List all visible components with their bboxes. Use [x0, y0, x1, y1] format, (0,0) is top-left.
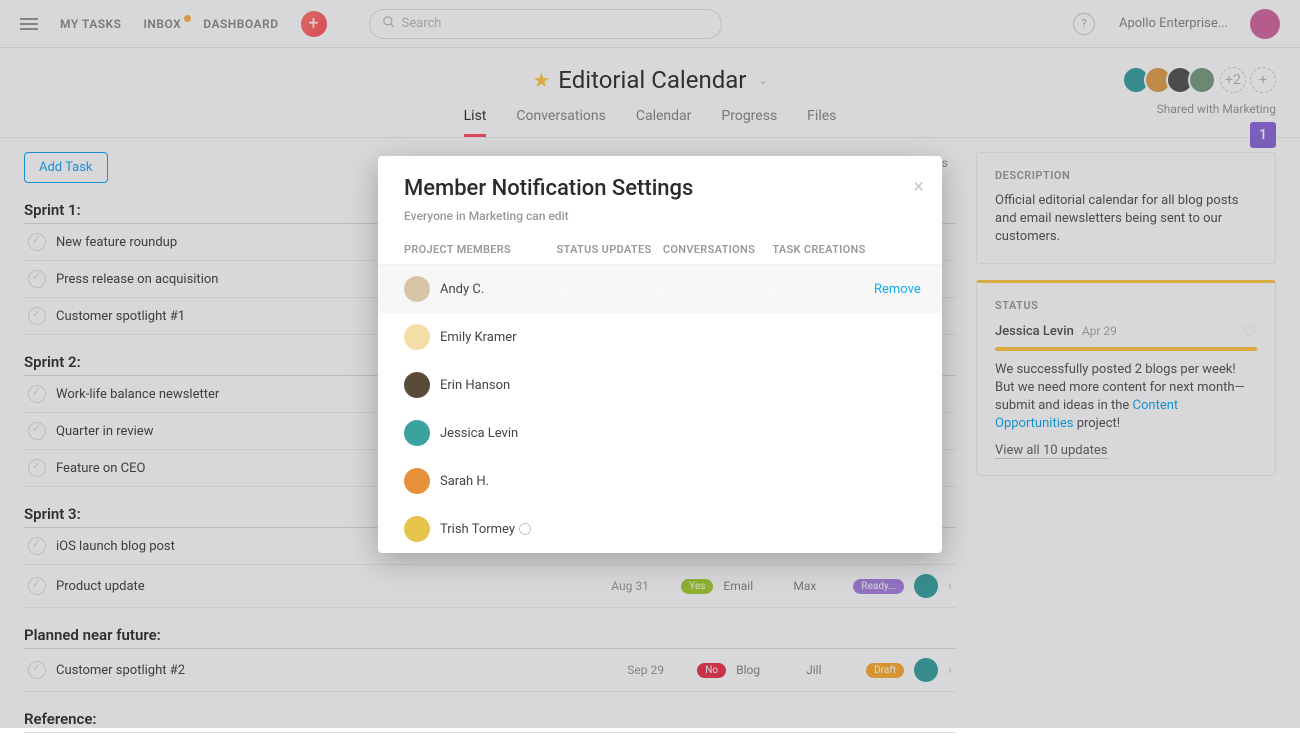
- member-name: Emily Kramer: [440, 330, 517, 345]
- col-task-creations: TASK CREATIONS: [764, 243, 874, 256]
- member-avatar: [404, 420, 430, 446]
- member-name: Erin Hanson: [440, 378, 510, 393]
- member-row: Erin Hanson: [378, 361, 942, 409]
- remove-member-link[interactable]: Remove: [874, 282, 921, 297]
- member-name: Andy C.: [440, 282, 484, 297]
- close-icon[interactable]: ×: [913, 174, 924, 198]
- member-row: Jessica Levin: [378, 409, 942, 457]
- member-row: Sarah H.: [378, 457, 942, 505]
- member-row: Andy C. Remove: [378, 265, 942, 313]
- member-row: Trish Tormey: [378, 505, 942, 553]
- modal-title: Member Notification Settings: [404, 176, 916, 201]
- member-avatar: [404, 372, 430, 398]
- member-name: Sarah H.: [440, 474, 489, 489]
- guest-icon: [519, 523, 531, 535]
- member-avatar: [404, 516, 430, 542]
- member-row: Emily Kramer: [378, 313, 942, 361]
- member-avatar: [404, 468, 430, 494]
- member-name: Trish Tormey: [440, 522, 531, 537]
- modal-subtitle: Everyone in Marketing can edit: [404, 209, 916, 223]
- notification-settings-modal: × Member Notification Settings Everyone …: [378, 156, 942, 553]
- member-avatar: [404, 324, 430, 350]
- col-status-updates: STATUS UPDATES: [554, 243, 654, 256]
- member-avatar: [404, 276, 430, 302]
- col-project-members: PROJECT MEMBERS: [404, 243, 554, 256]
- member-name: Jessica Levin: [440, 426, 518, 441]
- col-conversations: CONVERSATIONS: [654, 243, 764, 256]
